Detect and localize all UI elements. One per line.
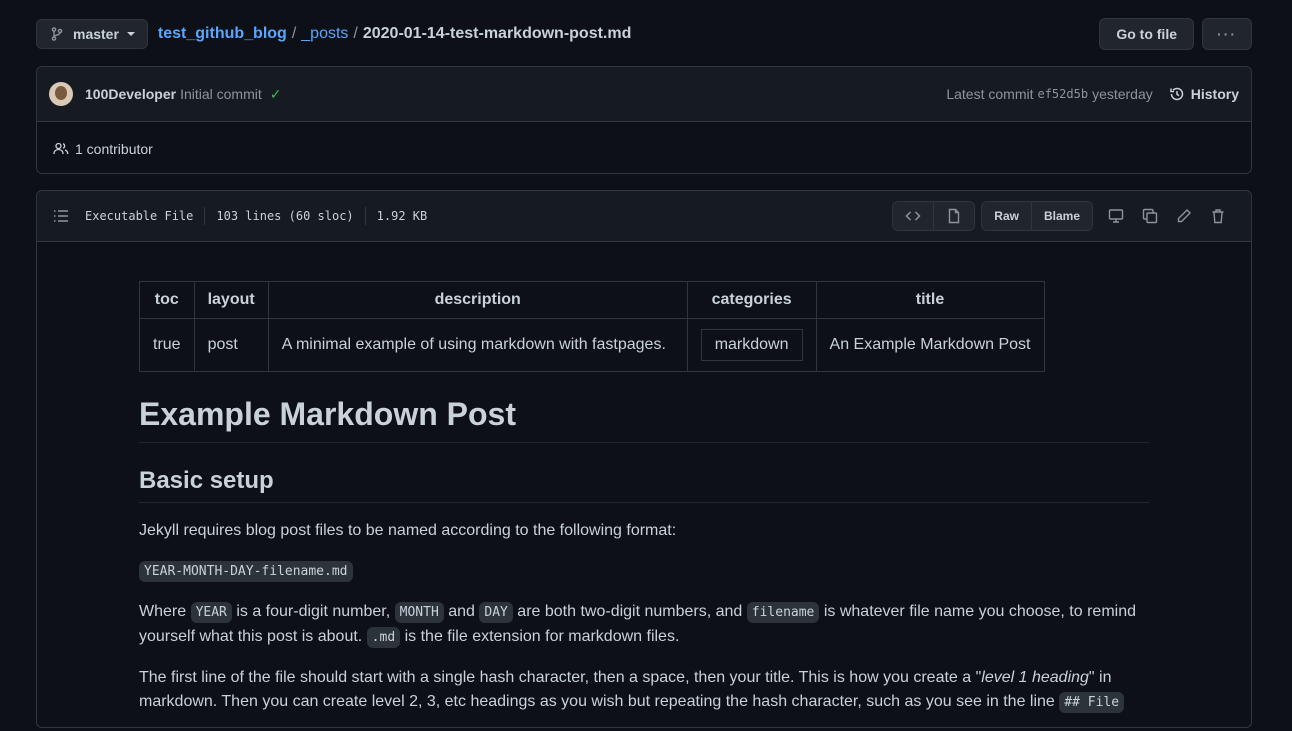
top-bar: master test_github_blog / _posts / 2020-…: [36, 18, 1252, 50]
paragraph-text: and: [444, 603, 480, 620]
table-cell: An Example Markdown Post: [816, 319, 1044, 372]
raw-button[interactable]: Raw: [982, 202, 1031, 230]
commit-time: yesterday: [1092, 86, 1153, 102]
commit-sha-link[interactable]: ef52d5b: [1037, 87, 1088, 101]
divider: [365, 207, 366, 225]
view-mode-toggle: [892, 201, 975, 231]
history-icon: [1169, 86, 1185, 102]
paragraph: Jekyll requires blog post files to be na…: [139, 519, 1149, 543]
trash-icon[interactable]: [1201, 208, 1235, 224]
commit-panel: 100Developer Initial commit ✓ Latest com…: [36, 66, 1252, 174]
people-icon: [53, 141, 69, 157]
inline-code: DAY: [479, 602, 512, 623]
paragraph-text: Where: [139, 603, 191, 620]
latest-commit-label: Latest commit: [946, 86, 1033, 102]
inline-code: ## File: [1059, 692, 1124, 713]
avatar[interactable]: [49, 82, 73, 106]
go-to-file-button[interactable]: Go to file: [1099, 18, 1194, 50]
markdown-body: toc layout description categories title …: [139, 281, 1149, 731]
file-info: Executable File 103 lines (60 sloc) 1.92…: [85, 207, 427, 225]
table-header: description: [268, 282, 687, 319]
paragraph-text: are both two-digit numbers, and: [513, 603, 747, 620]
paragraph: The first line of the file should start …: [139, 666, 1149, 715]
inline-code: YEAR-MONTH-DAY-filename.md: [139, 561, 353, 582]
branch-name: master: [73, 26, 119, 42]
more-options-button[interactable]: ···: [1202, 18, 1252, 50]
front-matter-table: toc layout description categories title …: [139, 281, 1045, 372]
inline-code: YEAR: [191, 602, 232, 623]
file-mode: Executable File: [85, 209, 193, 223]
inline-code: filename: [747, 602, 820, 623]
table-header: layout: [194, 282, 268, 319]
desktop-icon[interactable]: [1099, 208, 1133, 224]
caret-down-icon: [127, 32, 135, 36]
table-cell: post: [194, 319, 268, 372]
inline-code: MONTH: [395, 602, 444, 623]
paragraph: YEAR-MONTH-DAY-filename.md: [139, 559, 1149, 584]
file-panel: Executable File 103 lines (60 sloc) 1.92…: [36, 190, 1252, 728]
file-size: 1.92 KB: [377, 209, 428, 223]
file-tools: Raw Blame: [892, 201, 1235, 231]
history-label: History: [1191, 86, 1239, 102]
breadcrumb-file: 2020-01-14-test-markdown-post.md: [363, 25, 632, 43]
paragraph-text: is the file extension for markdown files…: [400, 628, 679, 645]
raw-blame-group: Raw Blame: [981, 201, 1093, 231]
check-icon[interactable]: ✓: [270, 86, 282, 103]
divider: [204, 207, 205, 225]
heading-1: Example Markdown Post: [139, 396, 1149, 443]
breadcrumb-separator: /: [353, 25, 357, 43]
paragraph: Where YEAR is a four-digit number, MONTH…: [139, 600, 1149, 650]
breadcrumb-separator: /: [292, 25, 296, 43]
table-header: categories: [687, 282, 816, 319]
table-header: title: [816, 282, 1044, 319]
commit-author-link[interactable]: 100Developer: [85, 86, 176, 102]
latest-commit-info: Latest commit ef52d5b yesterday: [946, 86, 1152, 102]
history-link[interactable]: History: [1169, 86, 1239, 102]
branch-select-button[interactable]: master: [36, 19, 148, 49]
file-preview-icon[interactable]: [933, 202, 974, 230]
table-header: toc: [140, 282, 195, 319]
copy-icon[interactable]: [1133, 208, 1167, 224]
blame-button[interactable]: Blame: [1031, 202, 1092, 230]
latest-commit-row: 100Developer Initial commit ✓ Latest com…: [37, 67, 1251, 122]
git-branch-icon: [49, 26, 65, 42]
table-cell: true: [140, 319, 195, 372]
table-row: true post A minimal example of using mar…: [140, 319, 1045, 372]
outline-icon[interactable]: [53, 208, 69, 224]
table-cell: markdown: [687, 319, 816, 372]
code-view-icon[interactable]: [893, 202, 933, 230]
categories-inner-cell: markdown: [701, 329, 803, 361]
paragraph-text: The first line of the file should start …: [139, 669, 981, 686]
emphasis: level 1 heading: [981, 669, 1089, 686]
table-cell: A minimal example of using markdown with…: [268, 319, 687, 372]
pencil-icon[interactable]: [1167, 208, 1201, 224]
file-header: Executable File 103 lines (60 sloc) 1.92…: [37, 191, 1251, 242]
breadcrumb-dir-link[interactable]: _posts: [301, 25, 348, 43]
contributors-count: 1 contributor: [75, 141, 153, 157]
inline-code: .md: [367, 627, 400, 648]
commit-message-link[interactable]: Initial commit: [180, 86, 262, 102]
breadcrumb: test_github_blog / _posts / 2020-01-14-t…: [158, 25, 631, 43]
contributors-row[interactable]: 1 contributor: [37, 122, 1251, 175]
heading-2: Basic setup: [139, 467, 1149, 503]
breadcrumb-repo-link[interactable]: test_github_blog: [158, 25, 287, 43]
file-lines: 103 lines (60 sloc): [216, 209, 353, 223]
paragraph-text: is a four-digit number,: [232, 603, 395, 620]
